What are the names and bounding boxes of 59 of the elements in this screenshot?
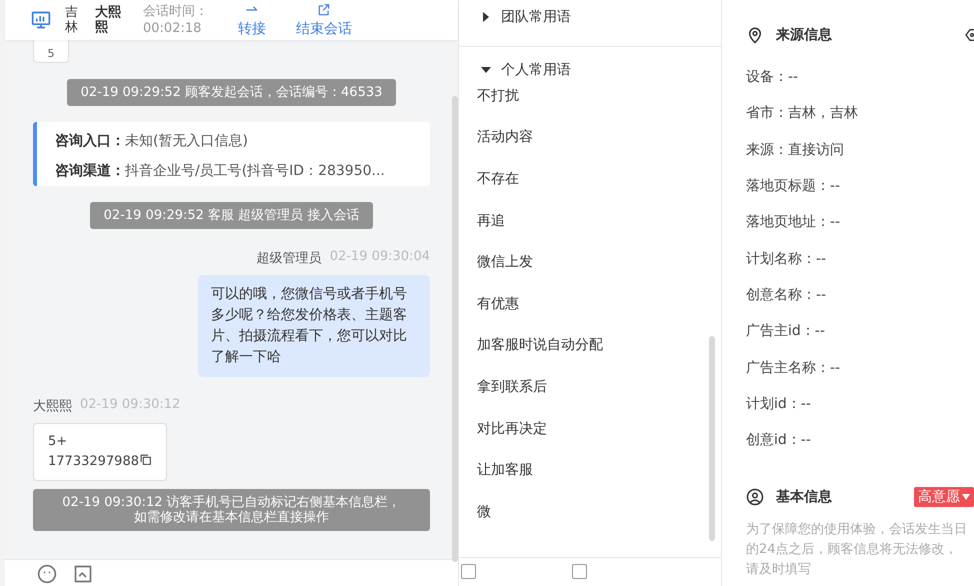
caret-down-icon <box>962 494 970 500</box>
reply-group-toggle[interactable]: 团队常用语 <box>459 0 721 34</box>
quick-reply-item[interactable]: 有优惠 <box>459 282 721 325</box>
caret-down-icon <box>481 65 491 75</box>
user-circle-icon <box>746 488 764 506</box>
end-session-button[interactable]: 结束会话 <box>296 2 352 38</box>
emoji-icon <box>37 564 57 584</box>
quick-reply-item[interactable]: 微 <box>459 490 721 533</box>
customer-location: 吉林 <box>65 5 79 35</box>
caret-right-icon <box>481 12 491 22</box>
monitor-icon <box>31 10 51 30</box>
session-timer: 00:02:18 <box>143 21 202 36</box>
exit-icon <box>316 2 332 16</box>
transfer-button[interactable]: 转接 <box>238 2 266 38</box>
info-field: 计划名称：-- <box>746 250 826 268</box>
info-field: 省市：吉林，吉林 <box>746 104 858 122</box>
scrollbar[interactable] <box>709 336 715 541</box>
info-field: 广告主id：-- <box>746 322 825 340</box>
quick-reply-item[interactable]: 不存在 <box>459 158 721 200</box>
scrollbar[interactable] <box>452 96 458 562</box>
system-message: 02-19 09:29:52 客服 超级管理员 接入会话 <box>90 202 374 229</box>
quick-reply-item[interactable]: 拿到联系后 <box>459 366 721 408</box>
image-icon <box>73 564 93 584</box>
info-field: 来源：直接访问 <box>746 140 844 159</box>
info-field: 落地页地址：-- <box>746 213 840 232</box>
sender-name: 超级管理员 <box>256 250 322 267</box>
message-time: 02-19 09:30:04 <box>330 249 430 266</box>
notice-line: 02-19 09:30:12 访客手机号已自动标记右侧基本信息栏， <box>62 495 401 510</box>
notice-line: 如需修改请在基本信息栏直接操作 <box>134 510 329 525</box>
section-title: 来源信息 <box>776 26 832 44</box>
info-row-text: 咨询入口：未知(暂无入口信息) <box>55 132 249 150</box>
checkbox[interactable] <box>572 564 587 579</box>
checkbox[interactable] <box>461 564 476 579</box>
customer-name: 大熙熙 <box>95 5 122 35</box>
info-field: 落地页标题：-- <box>746 177 840 196</box>
quick-reply-item[interactable]: 再追 <box>459 200 721 242</box>
message-bubble: 可以的哦，您微信号或者手机号多少呢？给您发价格表、主题客片、拍摄流程看下，您可以对比了解一下哈 <box>198 275 430 377</box>
copy-icon <box>138 453 152 466</box>
quick-reply-item[interactable]: 活动内容 <box>459 116 721 158</box>
section-title: 基本信息 <box>776 488 832 506</box>
sender-name: 大熙熙 <box>33 398 72 415</box>
system-message: 02-19 09:29:52 顾客发起会话，会话编号：46533 <box>66 79 396 106</box>
quick-reply-item[interactable]: 让加客服 <box>459 449 721 491</box>
message-time: 02-19 09:30:12 <box>80 397 180 414</box>
info-field: 计划id：-- <box>746 394 811 413</box>
location-pin-icon <box>746 26 764 44</box>
message-card: 5 <box>33 40 69 63</box>
info-field: 创意id：-- <box>746 431 811 450</box>
message-card: 5+ 17733297988 <box>33 423 167 481</box>
notice-text: 为了保障您的使用体验，会话发生当日的24点之后，顾客信息将无法修改，请及时填写 <box>746 521 968 580</box>
timer-label: 会话时间： <box>143 4 208 19</box>
quick-reply-item[interactable]: 对比再决定 <box>459 408 721 450</box>
info-field: 设备：-- <box>746 68 798 86</box>
quick-reply-item[interactable]: 微信上发 <box>459 241 721 283</box>
info-field: 广告主名称：-- <box>746 358 840 377</box>
intent-dropdown[interactable]: 高意愿 <box>914 487 974 508</box>
info-field: 创意名称：-- <box>746 286 826 304</box>
info-row-text: 咨询渠道：抖音企业号/员工号(抖音号ID：283950... <box>55 162 386 180</box>
quick-reply-item[interactable]: 加客服时说自动分配 <box>459 324 721 366</box>
